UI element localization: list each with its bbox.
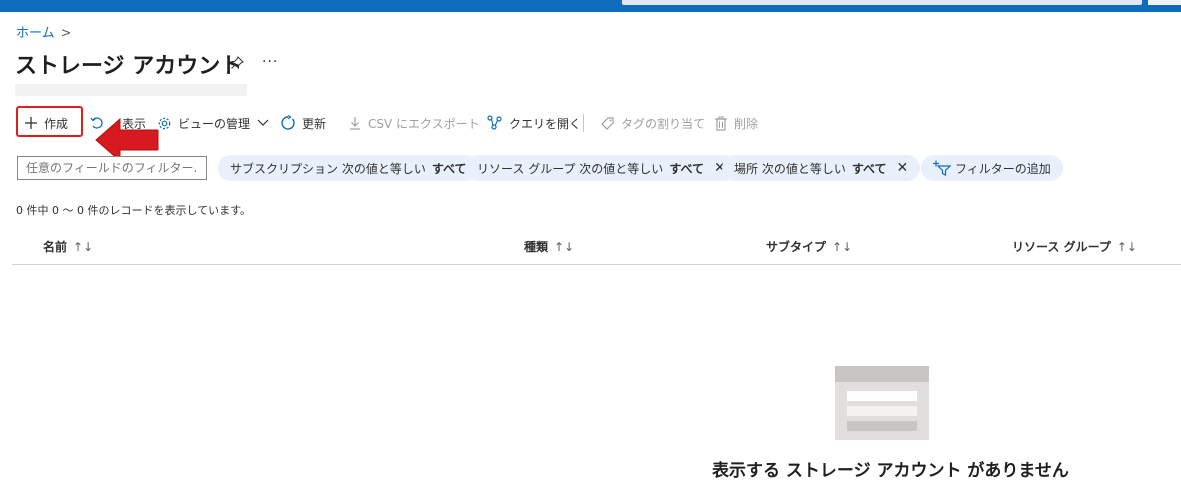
more-options-icon[interactable]: ··· [262,54,278,70]
add-filter-label: フィルターの追加 [955,161,1051,176]
manage-view-label: ビューの管理 [178,116,251,131]
export-csv-label: CSV にエクスポート [368,116,480,131]
add-filter-icon [933,160,951,176]
location-filter-value: すべて [851,161,887,176]
subscription-filter-value: すべて [431,161,467,176]
sort-icon: ↑↓ [554,240,575,254]
trash-icon [715,116,727,131]
page-title: ストレージ アカウント [15,54,243,79]
column-header-label: 種類 [524,240,549,254]
column-header-name[interactable]: 名前 ↑↓ [43,238,93,255]
column-header-type[interactable]: 種類 ↑↓ [524,238,574,255]
subscription-filter-label: サブスクリプション 次の値と等しい [230,161,426,176]
resource-group-filter-pill[interactable]: リソース グループ 次の値と等しい すべて ✕ [465,155,738,181]
toolbar-divider [583,114,584,132]
open-query-button[interactable]: クエリを開く [487,112,581,134]
column-header-label: サブタイプ [766,240,827,254]
page-subtitle-redacted [15,84,247,96]
assign-tags-label: タグの割り当て [621,116,706,131]
close-icon[interactable]: ✕ [897,160,909,176]
chevron-down-icon [257,119,269,126]
delete-button[interactable]: 削除 [714,112,758,134]
export-csv-button[interactable]: CSV にエクスポート [348,112,480,134]
create-button-highlight [16,106,83,137]
top-nav-right-area[interactable] [1148,0,1181,5]
pin-icon[interactable] [230,56,244,70]
filter-input[interactable] [17,156,207,180]
add-filter-button[interactable]: フィルターの追加 [921,155,1063,181]
breadcrumb-separator: > [60,26,72,41]
sort-icon: ↑↓ [1116,240,1137,254]
assign-tags-button[interactable]: タグの割り当て [600,112,705,134]
sort-icon: ↑↓ [73,240,94,254]
column-header-subtype[interactable]: サブタイプ ↑↓ [766,238,852,255]
global-search-bar[interactable] [622,0,1142,5]
table-header: 名前 ↑↓ 種類 ↑↓ サブタイプ ↑↓ リソース グループ ↑↓ [12,236,1181,265]
subscription-filter-pill[interactable]: サブスクリプション 次の値と等しい すべて [218,155,479,181]
open-query-label: クエリを開く [509,116,582,131]
column-header-label: 名前 [43,240,68,254]
location-filter-pill[interactable]: 場所 次の値と等しい すべて ✕ [722,155,921,181]
refresh-label: 更新 [302,116,327,131]
breadcrumb: ホーム > [16,22,72,41]
column-header-label: リソース グループ [1012,240,1111,254]
query-icon [487,115,502,130]
location-filter-label: 場所 次の値と等しい [734,161,846,176]
resource-group-filter-label: リソース グループ 次の値と等しい [477,161,664,176]
refresh-icon [281,115,295,130]
resource-group-filter-value: すべて [669,161,704,176]
empty-state-illustration [835,366,929,440]
download-icon [350,117,360,130]
tag-icon [601,116,614,130]
column-header-resource-group[interactable]: リソース グループ ↑↓ [1012,238,1137,255]
manage-view-button[interactable]: ビューの管理 [157,112,276,134]
breadcrumb-home-link[interactable]: ホーム [16,26,55,41]
refresh-button[interactable]: 更新 [280,112,326,134]
sort-icon: ↑↓ [832,240,853,254]
delete-label: 削除 [734,116,759,131]
record-count-text: 0 件中 0 ～ 0 件のレコードを表示しています。 [16,204,252,217]
empty-state-message: 表示する ストレージ アカウント がありません [712,461,1069,481]
top-nav-bar [0,0,1181,12]
